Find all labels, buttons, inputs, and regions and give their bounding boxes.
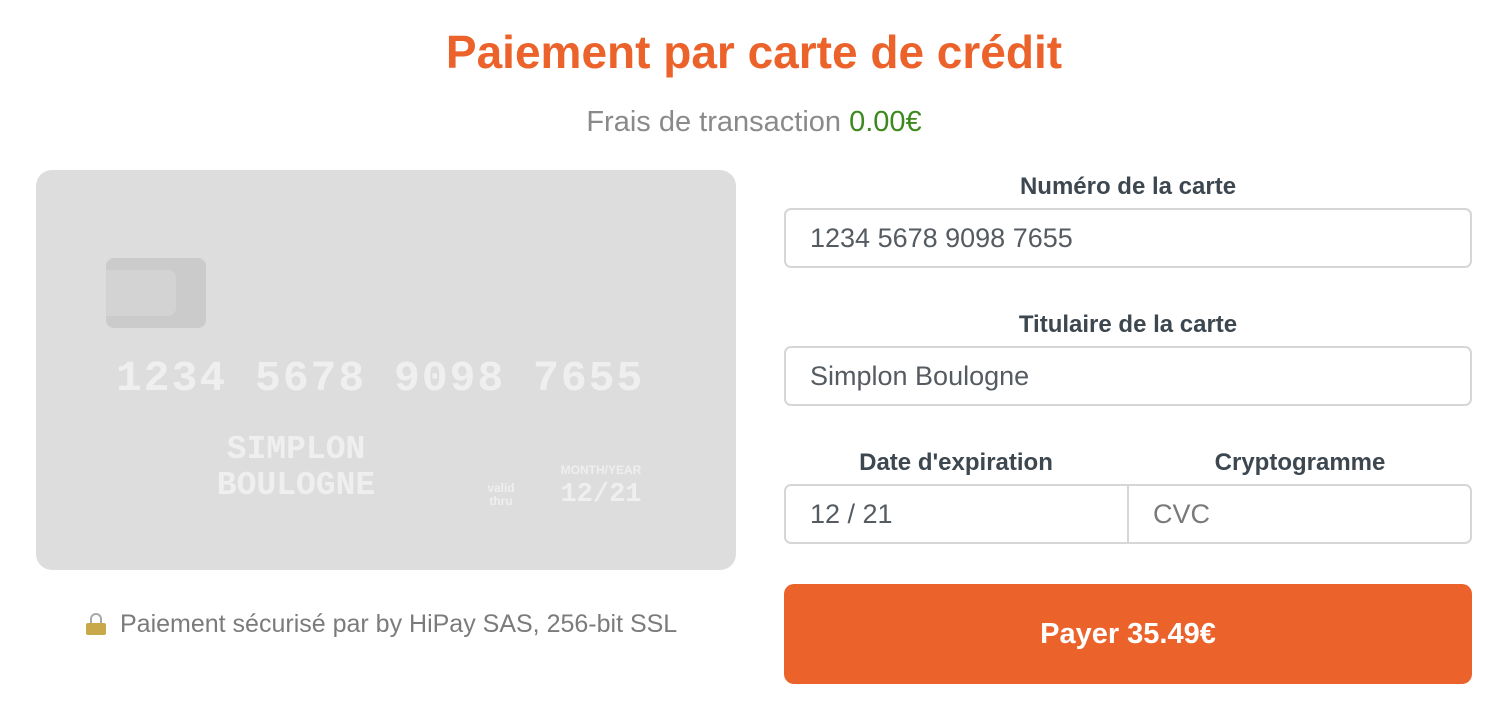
- card-holder-label: Titulaire de la carte: [1018, 311, 1238, 338]
- card-preview-expiry-label: MONTH/YEAR: [560, 463, 642, 477]
- expiry-label: Date d'expiration: [859, 449, 1053, 476]
- credit-card-preview: 1234 5678 9098 7655 SIMPLON BOULOGNE val…: [36, 170, 736, 570]
- fee-amount: 0.00€: [849, 106, 922, 138]
- valid-thru-line2: thru: [489, 494, 513, 508]
- card-holder-input[interactable]: [784, 346, 1472, 406]
- expiry-input[interactable]: [784, 484, 1129, 544]
- card-preview-valid-thru: valid thru: [476, 482, 526, 508]
- lock-icon: [86, 613, 106, 635]
- page-title: Paiement par carte de crédit: [445, 26, 1063, 78]
- card-chip-icon: [106, 258, 206, 328]
- cvc-label: Cryptogramme: [1214, 449, 1386, 476]
- security-notice: Paiement sécurisé par by HiPay SAS, 256-…: [86, 608, 677, 640]
- fee-label: Frais de transaction: [586, 106, 842, 138]
- pay-button[interactable]: Payer 35.49€: [784, 584, 1472, 684]
- cvc-input[interactable]: [1127, 484, 1472, 544]
- card-preview-holder: SIMPLON BOULOGNE: [186, 432, 406, 504]
- card-number-input[interactable]: [784, 208, 1472, 268]
- card-preview-holder-line1: SIMPLON: [226, 431, 366, 468]
- card-preview-number: 1234 5678 9098 7655: [116, 354, 645, 403]
- transaction-fee: Frais de transaction 0.00€: [0, 102, 1508, 142]
- card-preview-holder-line2: BOULOGNE: [216, 467, 376, 504]
- card-number-label: Numéro de la carte: [1019, 173, 1237, 200]
- security-text: Paiement sécurisé par by HiPay SAS, 256-…: [120, 610, 678, 638]
- card-preview-expiry: 12/21: [560, 480, 642, 510]
